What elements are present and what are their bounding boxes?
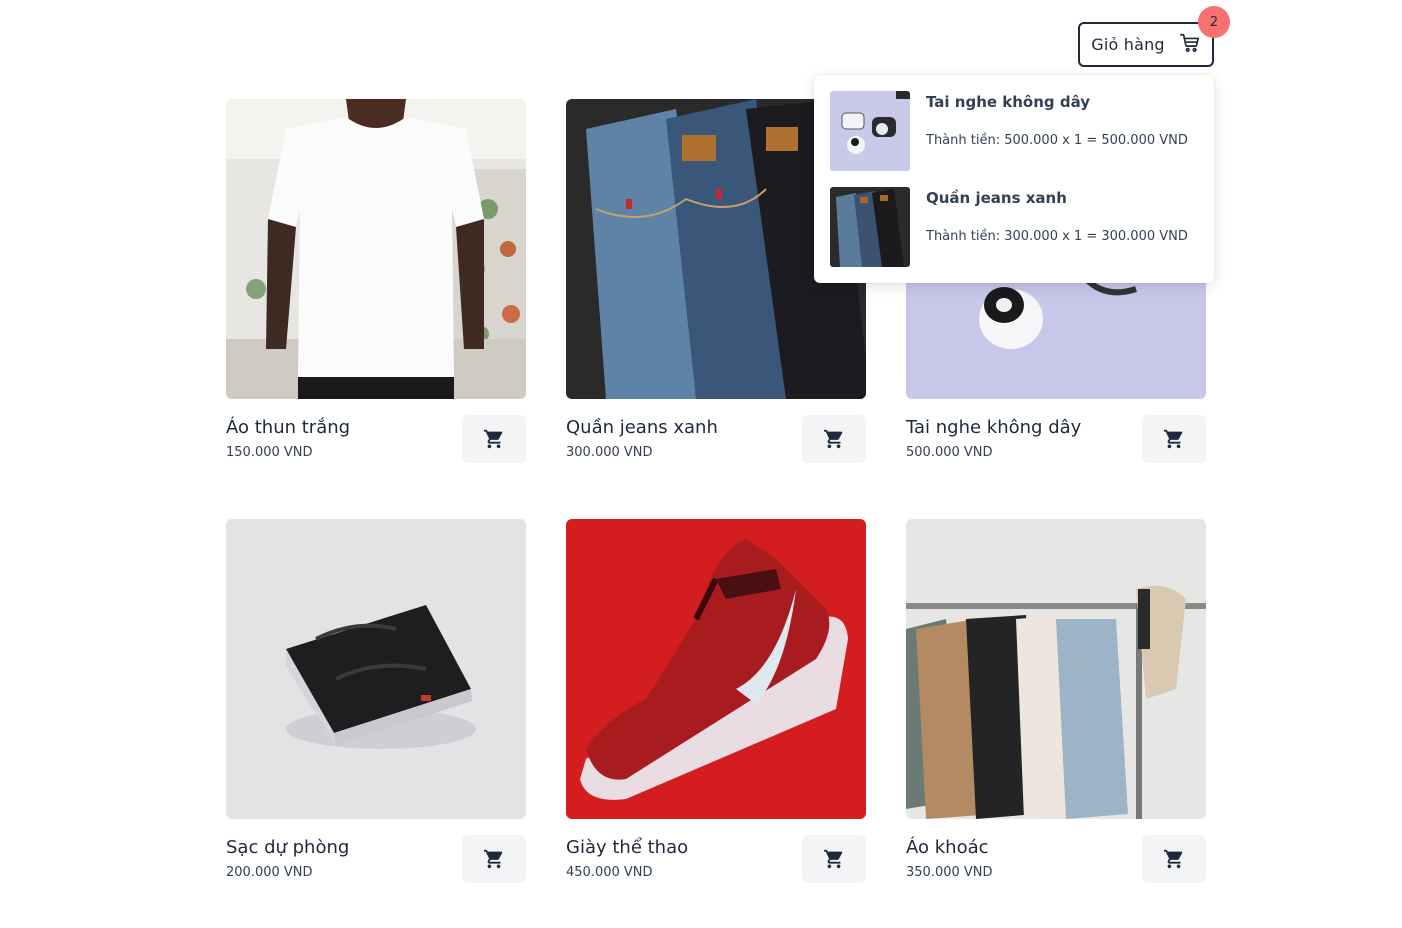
product-name: Giày thể thao — [566, 837, 689, 858]
cart-count-badge: 2 — [1198, 6, 1230, 38]
add-to-cart-button[interactable] — [1142, 415, 1206, 463]
product-price: 200.000 VND — [226, 865, 313, 880]
add-to-cart-button[interactable] — [462, 415, 526, 463]
cart-icon — [1163, 429, 1183, 449]
product-price: 300.000 VND — [566, 445, 653, 460]
jackets-rack-image — [906, 519, 1206, 819]
cart-icon — [823, 429, 843, 449]
product-name: Áo thun trắng — [226, 417, 351, 438]
cart-icon — [483, 849, 503, 869]
cart-item[interactable]: Tai nghe không dây Thành tiền: 500.000 x… — [830, 91, 1198, 171]
product-name: Quần jeans xanh — [566, 417, 718, 438]
product-price: 450.000 VND — [566, 865, 653, 880]
cart-item[interactable]: Quần jeans xanh Thành tiền: 300.000 x 1 … — [830, 187, 1198, 267]
sneaker-image — [566, 519, 866, 819]
cart-dropdown: Tai nghe không dây Thành tiền: 500.000 x… — [814, 75, 1214, 283]
shopping-cart-icon — [1179, 32, 1201, 58]
cart-button-label: Giỏ hàng — [1091, 35, 1165, 54]
cart-icon — [823, 849, 843, 869]
earbuds-thumbnail — [830, 91, 910, 171]
cart-item-name: Tai nghe không dây — [926, 93, 1091, 111]
product-name: Tai nghe không dây — [906, 417, 1082, 438]
add-to-cart-button[interactable] — [1142, 835, 1206, 883]
add-to-cart-button[interactable] — [802, 415, 866, 463]
product-price: 150.000 VND — [226, 445, 313, 460]
add-to-cart-button[interactable] — [462, 835, 526, 883]
product-price: 500.000 VND — [906, 445, 993, 460]
product-card: Áo thun trắng 150.000 VND — [226, 99, 526, 463]
cart-item-total: Thành tiền: 500.000 x 1 = 500.000 VND — [926, 133, 1188, 148]
product-card: Áo khoác 350.000 VND — [906, 519, 1206, 883]
cart-item-total: Thành tiền: 300.000 x 1 = 300.000 VND — [926, 229, 1188, 244]
product-name: Sạc dự phòng — [226, 837, 350, 858]
product-price: 350.000 VND — [906, 865, 993, 880]
cart-icon — [483, 429, 503, 449]
cart-button[interactable]: Giỏ hàng — [1078, 22, 1214, 67]
product-card: Giày thể thao 450.000 VND — [566, 519, 866, 883]
cart-item-name: Quần jeans xanh — [926, 189, 1067, 207]
power-bank-image — [226, 519, 526, 819]
product-name: Áo khoác — [906, 837, 989, 858]
product-card: Sạc dự phòng 200.000 VND — [226, 519, 526, 883]
jeans-thumbnail — [830, 187, 910, 267]
white-tshirt-image — [226, 99, 526, 399]
add-to-cart-button[interactable] — [802, 835, 866, 883]
cart-icon — [1163, 849, 1183, 869]
